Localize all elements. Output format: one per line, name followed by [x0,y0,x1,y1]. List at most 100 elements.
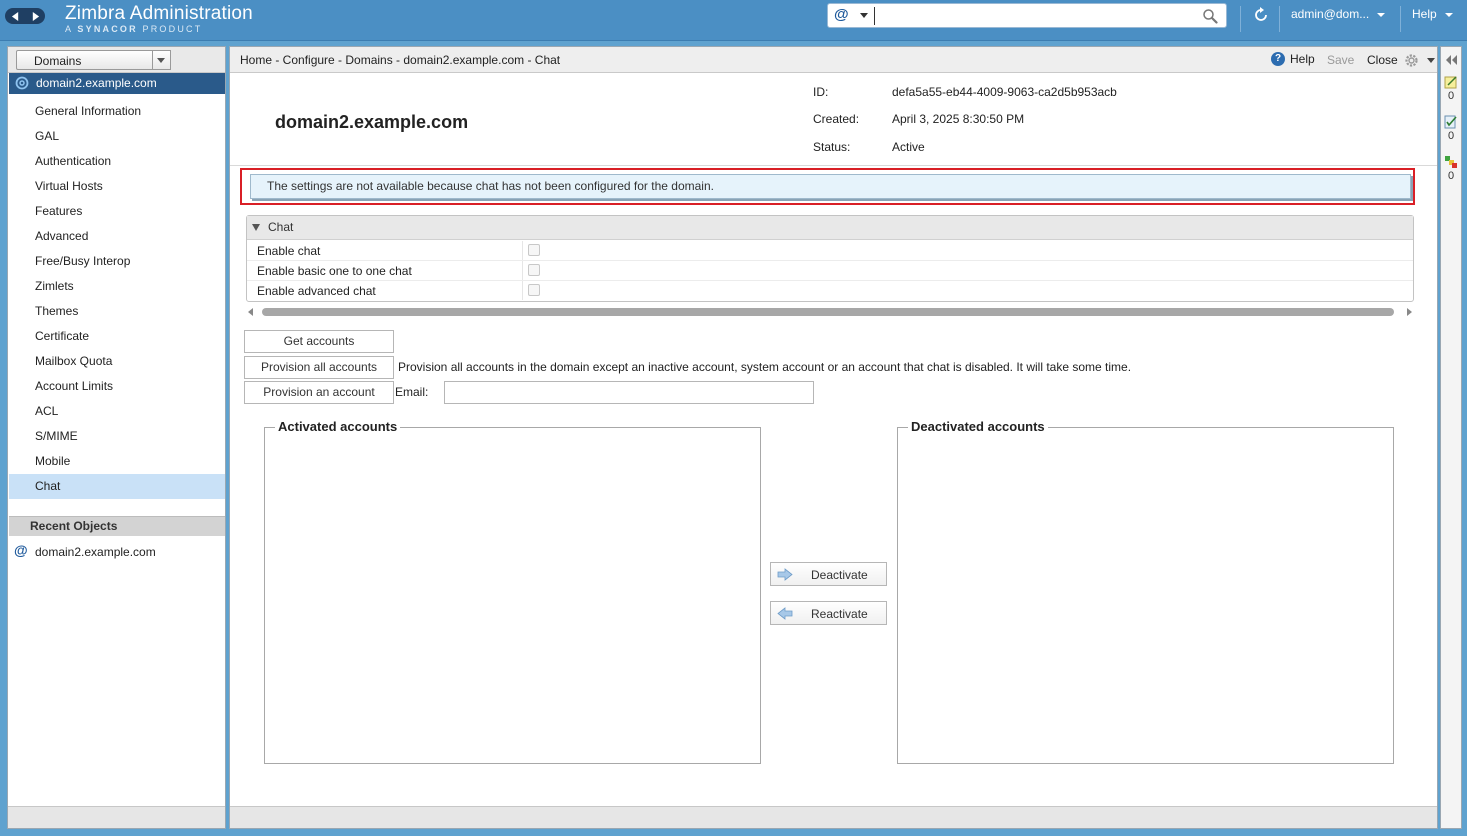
nav-item-authentication[interactable]: Authentication [9,149,225,174]
email-field[interactable] [444,381,814,404]
nav-item-general-information[interactable]: General Information [9,99,225,124]
provision-account-button[interactable]: Provision an account [244,381,394,404]
activated-accounts-title: Activated accounts [275,419,401,434]
setting-label: Enable basic one to one chat [257,264,412,278]
task-icon [1444,115,1457,129]
recent-object-label: domain2.example.com [35,545,156,559]
id-value: defa5a55-eb44-4009-9063-ca2d5b953acb [892,85,1117,99]
nav-item-account-limits[interactable]: Account Limits [9,374,225,399]
header-divider [1400,6,1401,32]
scroll-left-icon[interactable] [248,308,253,316]
nav-item-mailbox-quota[interactable]: Mailbox Quota [9,349,225,374]
provision-all-description: Provision all accounts in the domain exc… [398,360,1132,374]
app-title: Zimbra Administration [65,3,253,24]
chat-section-title: Chat [268,220,294,234]
header-divider [230,165,1437,166]
refresh-icon[interactable] [1252,6,1270,24]
nav-item-mobile[interactable]: Mobile [9,449,225,474]
chat-section-header[interactable]: Chat [247,216,1413,240]
nav-item-chat[interactable]: Chat [9,474,225,499]
status-value: Active [892,140,925,154]
enable-chat-checkbox[interactable] [528,244,540,256]
tasks-counter[interactable]: 0 [1441,115,1461,142]
nav-item-advanced[interactable]: Advanced [9,224,225,249]
help-button[interactable]: ? Help [1271,52,1315,66]
arrow-right-icon [777,568,793,581]
notes-counter[interactable]: 0 [1441,75,1461,102]
recent-objects-header[interactable]: Recent Objects [9,516,225,536]
alerts-counter[interactable]: 0 [1441,155,1461,182]
column-divider [522,241,523,260]
horizontal-scrollbar[interactable] [246,306,1414,319]
user-menu[interactable]: admin@dom... [1291,7,1386,21]
object-type-dropdown[interactable]: Domains [16,50,171,70]
setting-row-enable-chat: Enable chat [247,241,1413,261]
collapse-rail-icon[interactable] [1445,55,1459,65]
column-divider [522,261,523,280]
user-name: admin@dom... [1291,7,1370,21]
object-type-label: Domains [34,54,82,68]
note-icon [1444,76,1457,89]
chevron-down-icon[interactable] [1427,58,1435,63]
nav-item-smime[interactable]: S/MIME [9,424,225,449]
subtitle-brand: SYNACOR [77,24,138,34]
status-rail: 0 0 0 [1440,46,1462,829]
get-accounts-button[interactable]: Get accounts [244,330,394,353]
content-panel: Home - Configure - Domains - domain2.exa… [229,46,1438,829]
content-footer [230,806,1437,828]
notes-count: 0 [1447,90,1455,102]
chat-settings-section: Chat Enable chat Enable basic one to one… [246,215,1414,302]
header-divider [1279,6,1280,32]
subtitle-suffix: PRODUCT [142,24,203,34]
reactivate-button[interactable]: Reactivate [770,601,887,625]
nav-item-zimlets[interactable]: Zimlets [9,274,225,299]
domain-settings-nav: General Information GAL Authentication V… [9,99,225,499]
scrollbar-thumb[interactable] [262,308,1394,316]
domain-icon [15,76,29,90]
header-divider [1240,6,1241,32]
nav-item-acl[interactable]: ACL [9,399,225,424]
scroll-right-icon[interactable] [1407,308,1412,316]
status-label: Status: [813,140,851,154]
nav-item-gal[interactable]: GAL [9,124,225,149]
nav-item-virtual-hosts[interactable]: Virtual Hosts [9,174,225,199]
arrow-left-icon [777,607,793,620]
nav-item-themes[interactable]: Themes [9,299,225,324]
selected-domain[interactable]: domain2.example.com [9,73,225,94]
info-banner: The settings are not available because c… [250,174,1411,199]
search-input[interactable] [874,7,1196,25]
setting-row-enable-basic-chat: Enable basic one to one chat [247,261,1413,281]
close-button[interactable]: Close [1367,53,1398,67]
search-icon[interactable] [1202,8,1218,24]
search-type-selector[interactable]: @ [834,6,849,23]
chevron-down-icon [1377,12,1386,17]
setting-row-enable-advanced-chat: Enable advanced chat [247,281,1413,301]
help-icon: ? [1271,52,1285,66]
enable-basic-chat-checkbox[interactable] [528,264,540,276]
deactivate-button[interactable]: Deactivate [770,562,887,586]
nav-item-free-busy-interop[interactable]: Free/Busy Interop [9,249,225,274]
tasks-count: 0 [1447,130,1455,142]
domain-at-icon: @ [14,542,28,558]
app-logo: Zimbra Administration A SYNACOR PRODUCT [65,3,253,34]
deactivated-accounts-title: Deactivated accounts [908,419,1048,434]
left-panel-footer [8,806,225,828]
nav-item-certificate[interactable]: Certificate [9,324,225,349]
subtitle-prefix: A [65,24,73,34]
help-menu[interactable]: Help [1412,7,1453,21]
back-arrow-icon[interactable] [5,8,25,24]
activated-accounts-list[interactable]: Activated accounts [264,419,761,764]
chevron-down-icon[interactable] [860,13,868,18]
breadcrumb: Home - Configure - Domains - domain2.exa… [240,53,561,67]
enable-advanced-chat-checkbox[interactable] [528,284,540,296]
search-bar: @ [827,3,1227,28]
recent-object-item[interactable]: @ domain2.example.com [9,542,225,562]
gear-icon[interactable] [1403,52,1420,69]
dropdown-toggle[interactable] [152,51,170,69]
deactivated-accounts-list[interactable]: Deactivated accounts [897,419,1394,764]
navigation-panel: Domains domain2.example.com General Info… [7,46,226,829]
save-button[interactable]: Save [1327,53,1354,67]
forward-arrow-icon[interactable] [25,8,45,24]
provision-all-accounts-button[interactable]: Provision all accounts [244,356,394,379]
nav-item-features[interactable]: Features [9,199,225,224]
